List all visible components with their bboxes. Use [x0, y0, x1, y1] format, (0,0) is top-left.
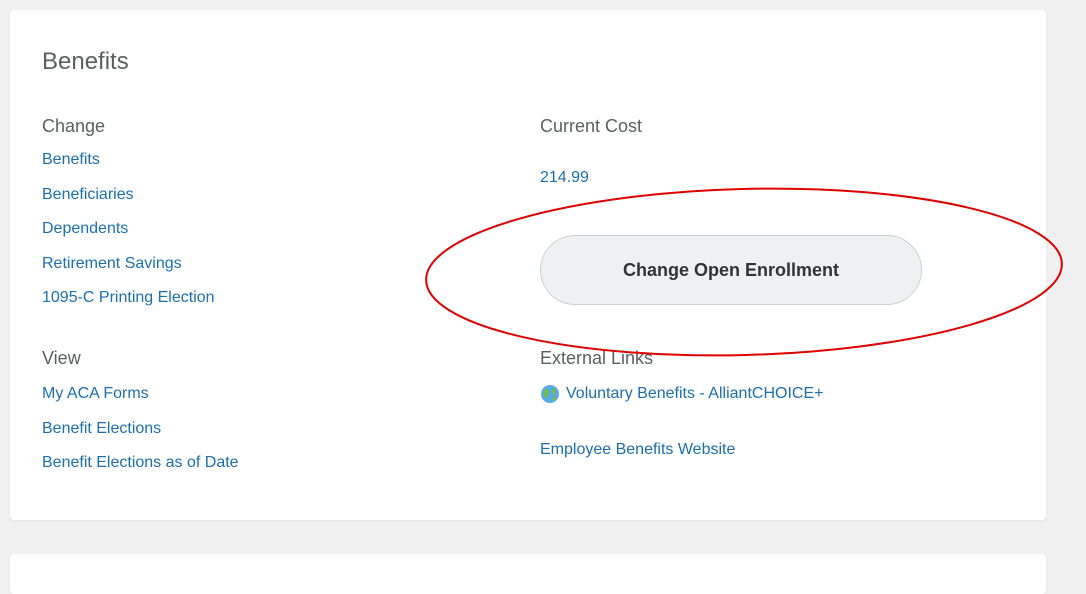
- list-item: Retirement Savings: [42, 254, 215, 289]
- aca-forms-link[interactable]: My ACA Forms: [42, 385, 149, 402]
- dependents-link[interactable]: Dependents: [42, 220, 128, 237]
- view-links: My ACA Forms Benefit Elections Benefit E…: [42, 384, 239, 488]
- current-cost-value[interactable]: 214.99: [540, 168, 589, 188]
- list-item: Dependents: [42, 219, 215, 254]
- benefit-elections-link[interactable]: Benefit Elections: [42, 420, 161, 437]
- change-open-enrollment-button[interactable]: Change Open Enrollment: [540, 235, 922, 305]
- list-item: Benefit Elections: [42, 419, 239, 454]
- change-heading: Change: [42, 116, 106, 136]
- benefits-card: Benefits Change Benefits Beneficiaries D…: [10, 10, 1046, 520]
- globe-icon: [541, 385, 559, 403]
- voluntary-benefits-row[interactable]: Voluntary Benefits - AlliantCHOICE+: [540, 383, 823, 405]
- change-links: Benefits Beneficiaries Dependents Retire…: [42, 150, 215, 323]
- list-item: 1095-C Printing Election: [42, 288, 215, 323]
- beneficiaries-link[interactable]: Beneficiaries: [42, 186, 134, 203]
- retirement-savings-link[interactable]: Retirement Savings: [42, 255, 182, 272]
- list-item: Beneficiaries: [42, 185, 215, 220]
- benefits-link[interactable]: Benefits: [42, 151, 100, 168]
- list-item: Benefit Elections as of Date: [42, 453, 239, 488]
- benefit-elections-as-of-date-link[interactable]: Benefit Elections as of Date: [42, 454, 239, 471]
- voluntary-benefits-link[interactable]: Voluntary Benefits - AlliantCHOICE+: [566, 385, 823, 403]
- external-links-heading: External Links: [540, 348, 654, 368]
- list-item: Benefits: [42, 150, 215, 185]
- card-title: Benefits: [42, 48, 129, 75]
- next-card: [10, 554, 1046, 594]
- current-cost-heading: Current Cost: [540, 116, 643, 136]
- view-heading: View: [42, 348, 81, 368]
- printing-election-link[interactable]: 1095-C Printing Election: [42, 289, 215, 306]
- list-item: My ACA Forms: [42, 384, 239, 419]
- employee-benefits-website-link[interactable]: Employee Benefits Website: [540, 440, 735, 460]
